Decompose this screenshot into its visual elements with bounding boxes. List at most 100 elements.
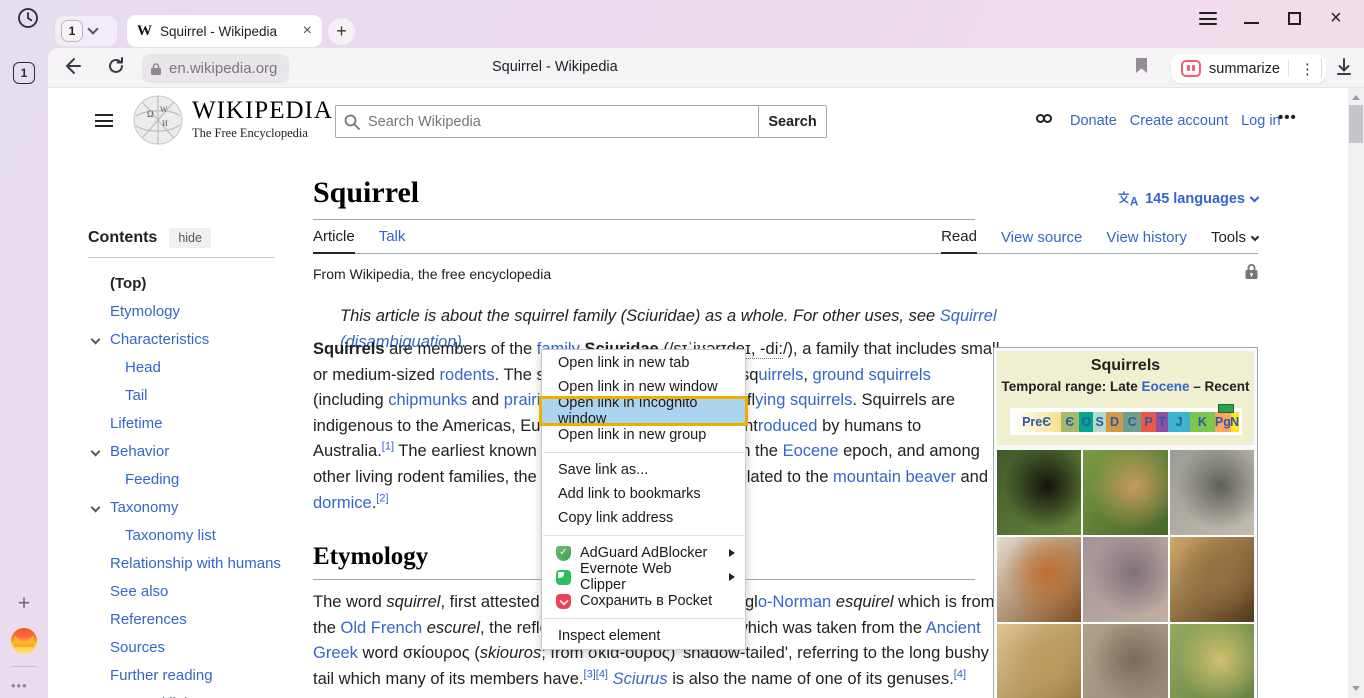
wiki-search-button[interactable]: Search — [758, 105, 827, 138]
timeline-period-O[interactable]: O — [1079, 412, 1093, 432]
summarize-button[interactable]: summarize ⋮ — [1171, 54, 1326, 83]
page-scrollbar[interactable] — [1348, 88, 1364, 698]
bookmark-icon[interactable] — [1134, 57, 1149, 74]
toc-hide-button[interactable]: hide — [169, 228, 211, 248]
scrollbar-thumb[interactable] — [1349, 105, 1363, 143]
back-button[interactable] — [62, 56, 82, 76]
toc-item[interactable]: External links — [88, 689, 303, 698]
timeline-period-D[interactable]: D — [1106, 412, 1123, 432]
downloads-button[interactable] — [1334, 57, 1354, 77]
toc-item[interactable]: (Top) — [88, 269, 303, 297]
wiki-link[interactable]: ground squirrels — [813, 366, 931, 384]
squirrel-photo[interactable] — [1170, 450, 1254, 535]
wiki-link[interactable]: Greek — [313, 644, 358, 662]
squirrel-photo[interactable] — [997, 537, 1081, 622]
wiki-link[interactable]: o-Norman — [758, 593, 831, 611]
geologic-timeline[interactable]: PreЄЄOSDCPTJKPgN — [1010, 408, 1242, 435]
context-menu-item[interactable]: Add link to bookmarks — [542, 482, 745, 506]
wiki-link[interactable]: chipmunks — [388, 391, 467, 409]
squirrel-photo[interactable] — [1083, 624, 1167, 698]
sidebar-tab-counter[interactable]: 1 — [13, 62, 35, 84]
wiki-search-input[interactable]: Search Wikipedia — [335, 105, 759, 138]
wikimedia-oo-icon[interactable] — [1036, 114, 1052, 123]
window-close-button[interactable]: × — [1330, 7, 1342, 30]
window-minimize-button[interactable] — [1244, 22, 1259, 24]
reference-link[interactable]: [3][4] — [584, 668, 608, 680]
toc-item[interactable]: Tail — [88, 381, 303, 409]
context-menu-item[interactable]: Open link in new group — [542, 423, 745, 447]
window-maximize-button[interactable] — [1288, 12, 1301, 25]
toc-item[interactable]: Further reading — [88, 661, 303, 689]
wiki-header-link[interactable]: Create account — [1130, 113, 1228, 129]
reload-button[interactable] — [106, 56, 126, 76]
page-tab-view-history[interactable]: View history — [1106, 229, 1187, 253]
yandex-mail-icon[interactable] — [11, 628, 37, 654]
wiki-header-link[interactable]: Donate — [1070, 113, 1117, 129]
context-menu-item[interactable]: Open link in new tab — [542, 351, 745, 375]
scroll-down-arrow[interactable] — [1352, 686, 1360, 691]
toc-item[interactable]: See also — [88, 577, 303, 605]
context-menu-item[interactable]: Copy link address — [542, 506, 745, 530]
toc-item[interactable]: Relationship with humans — [88, 549, 303, 577]
tab-close-icon[interactable]: × — [303, 23, 312, 39]
squirrel-photo[interactable] — [997, 450, 1081, 535]
reference-link[interactable]: [1] — [382, 441, 394, 453]
wiki-link[interactable]: Ancient — [926, 619, 981, 637]
reference-link[interactable]: [4] — [954, 668, 966, 680]
wikipedia-logo[interactable]: Ω W И — [132, 94, 184, 146]
wiki-link[interactable]: roduced — [758, 417, 818, 435]
squirrel-photo[interactable] — [997, 624, 1081, 698]
wiki-link[interactable]: rodents — [440, 366, 495, 384]
browser-tab[interactable]: W Squirrel - Wikipedia × — [127, 15, 322, 47]
squirrel-photo[interactable] — [1170, 624, 1254, 698]
page-tab-article[interactable]: Article — [313, 228, 355, 254]
toc-item[interactable]: References — [88, 605, 303, 633]
history-clock-icon[interactable] — [17, 7, 39, 29]
languages-button[interactable]: A 145 languages — [1118, 191, 1258, 207]
browser-menu-icon[interactable] — [1199, 12, 1217, 25]
context-menu-item[interactable]: Inspect element — [542, 624, 745, 648]
sidebar-add-icon[interactable]: + — [13, 593, 35, 615]
context-menu-item[interactable]: Evernote Web Clipper — [542, 565, 745, 589]
wiki-link[interactable]: Sciurus — [613, 670, 668, 688]
toc-item[interactable]: Characteristics — [88, 325, 303, 353]
page-tab-view-source[interactable]: View source — [1001, 229, 1082, 253]
toc-item[interactable]: Etymology — [88, 297, 303, 325]
wiki-link[interactable]: dormice — [313, 494, 372, 512]
wiki-link[interactable]: Eocene — [1141, 379, 1189, 394]
timeline-period-Є[interactable]: Є — [1061, 412, 1079, 432]
tab-group-pill[interactable]: 1 — [55, 16, 117, 46]
wikipedia-wordmark[interactable]: WIKIPEDIA The Free Encyclopedia — [192, 97, 333, 141]
context-menu-item[interactable]: Open link in Incognito window — [542, 399, 745, 423]
reference-link[interactable]: [2] — [376, 492, 388, 504]
toc-item[interactable]: Taxonomy — [88, 493, 303, 521]
timeline-period-C[interactable]: C — [1123, 412, 1141, 432]
toc-item[interactable]: Taxonomy list — [88, 521, 303, 549]
squirrel-photo[interactable] — [1083, 537, 1167, 622]
summarize-more-icon[interactable]: ⋮ — [1297, 60, 1318, 78]
new-tab-button[interactable]: + — [328, 18, 355, 45]
scroll-up-arrow[interactable] — [1352, 95, 1360, 100]
wiki-header-more-icon[interactable]: ••• — [1278, 109, 1297, 126]
toc-item[interactable]: Behavior — [88, 437, 303, 465]
toc-item[interactable]: Feeding — [88, 465, 303, 493]
timeline-period-Pg[interactable]: Pg — [1215, 412, 1231, 432]
wiki-link[interactable]: uirrels — [758, 366, 803, 384]
page-tab-read[interactable]: Read — [941, 228, 977, 254]
sidebar-more-icon[interactable]: ••• — [11, 678, 28, 693]
timeline-period-T[interactable]: T — [1156, 412, 1169, 432]
wiki-link[interactable]: Eocene — [783, 442, 839, 460]
squirrel-photo[interactable] — [1170, 537, 1254, 622]
timeline-period-P[interactable]: P — [1141, 412, 1155, 432]
page-tab-tools[interactable]: Tools — [1211, 229, 1258, 253]
context-menu-item[interactable]: Сохранить в Pocket — [542, 589, 745, 613]
timeline-period-J[interactable]: J — [1168, 412, 1189, 432]
squirrel-photo[interactable] — [1083, 450, 1167, 535]
timeline-period-S[interactable]: S — [1093, 412, 1106, 432]
address-bar[interactable]: en.wikipedia.org — [142, 54, 289, 83]
wiki-link[interactable]: ying squirrels — [755, 391, 852, 409]
toc-item[interactable]: Lifetime — [88, 409, 303, 437]
timeline-period-PreЄ[interactable]: PreЄ — [1013, 412, 1061, 432]
wiki-main-menu-icon[interactable] — [95, 114, 113, 127]
wiki-link[interactable]: Old French — [341, 619, 423, 637]
